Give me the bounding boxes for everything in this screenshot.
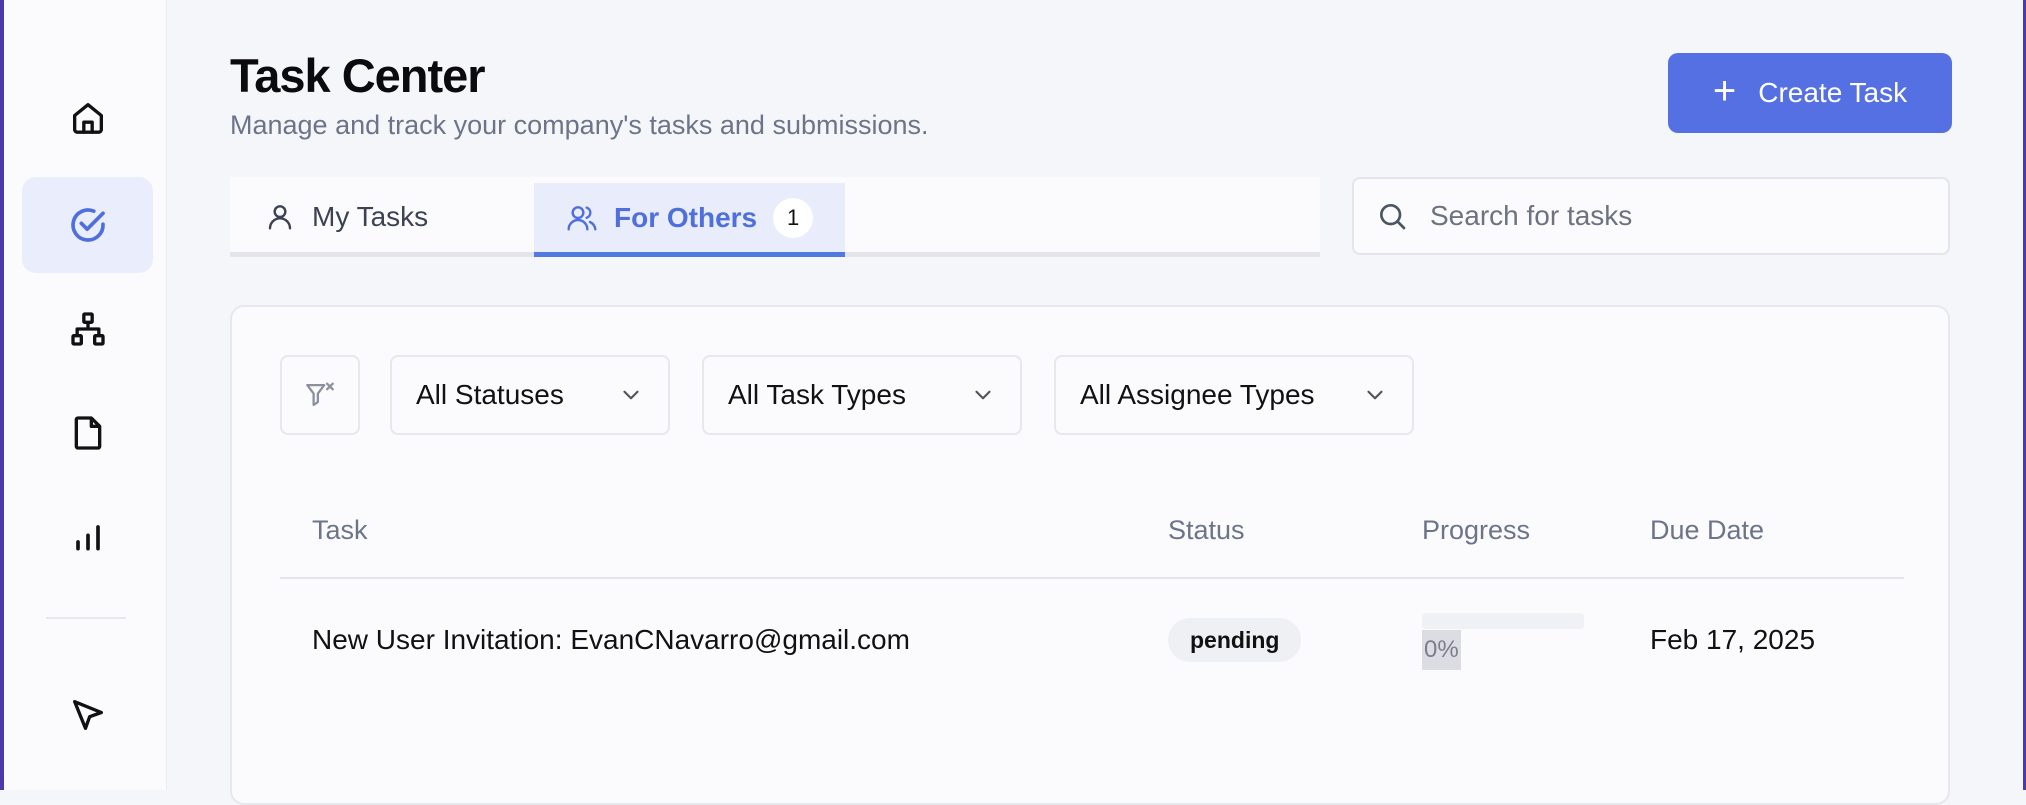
page-title: Task Center [230,49,486,102]
tab-my-tasks-label: My Tasks [312,201,429,232]
create-task-label: Create Task [1758,77,1908,108]
create-task-button[interactable]: + Create Task [1668,53,1952,133]
status-filter-select[interactable]: All Statuses [390,355,670,435]
status-filter-value: All Statuses [416,379,564,410]
org-chart-icon [70,312,105,346]
sidebar-item-cursor[interactable] [22,667,153,763]
sidebar-item-tasks[interactable] [22,177,153,273]
progress-label: 0% [1422,630,1461,670]
page-subtitle: Manage and track your company's tasks an… [230,110,929,140]
sidebar-item-documents[interactable] [22,385,153,481]
check-circle-icon [70,208,105,242]
tasks-card: All Statuses All Task Types All Assignee… [230,305,1950,805]
search-input[interactable] [1428,199,1932,233]
task-type-filter-select[interactable]: All Task Types [702,355,1022,435]
sidebar-item-home[interactable] [22,70,153,166]
chevron-down-icon [623,390,639,400]
bar-chart-icon [75,525,100,551]
sidebar-item-organization[interactable] [22,281,153,377]
tab-my-tasks[interactable]: My Tasks [264,177,428,257]
task-type-filter-value: All Task Types [728,379,906,410]
chevron-down-icon [1367,390,1383,400]
sidebar-divider [46,617,126,619]
column-header-status[interactable]: Status [1168,515,1245,546]
chevron-down-icon [975,390,991,400]
filter-clear-icon [306,382,334,407]
document-icon [74,416,101,450]
user-icon [268,205,292,230]
tab-count-badge: 1 [773,197,814,238]
progress-bar [1422,613,1584,629]
tab-for-others[interactable]: For Others 1 [534,183,846,257]
assignee-type-filter-value: All Assignee Types [1080,379,1315,410]
search-icon [1380,204,1406,230]
column-header-progress[interactable]: Progress [1422,515,1530,546]
users-icon [567,205,597,231]
column-header-task[interactable]: Task [312,515,368,546]
task-tabs: My Tasks For Others 1 [230,177,1320,257]
tab-for-others-label: For Others [614,201,758,233]
table-header-divider [280,577,1904,579]
status-badge: pending [1168,618,1302,662]
due-date-cell: Feb 17, 2025 [1650,624,1816,655]
task-name-cell[interactable]: New User Invitation: EvanCNavarro@gmail.… [312,624,910,656]
cursor-arrow-icon [72,700,103,730]
clear-filters-button[interactable] [280,355,360,435]
sidebar [4,0,167,790]
column-header-due-date[interactable]: Due Date [1650,515,1764,546]
home-icon [72,103,103,134]
search-box [1352,177,1950,255]
sidebar-item-reports[interactable] [22,489,153,585]
assignee-type-filter-select[interactable]: All Assignee Types [1054,355,1414,435]
plus-icon: + [1712,69,1737,113]
main-content: Task Center Manage and track your compan… [166,0,2023,805]
